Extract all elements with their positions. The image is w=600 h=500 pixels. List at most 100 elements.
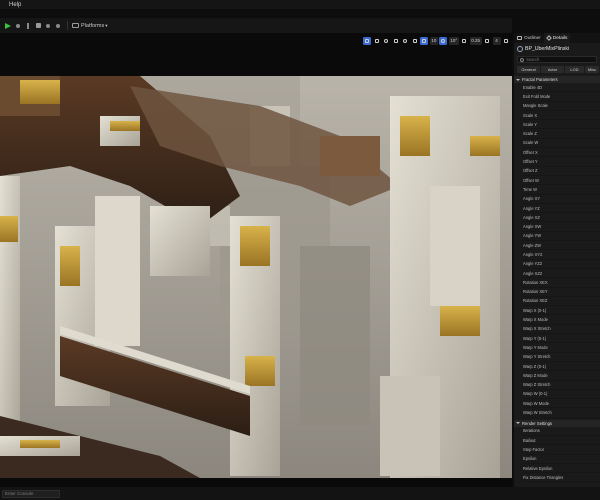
property-row[interactable]: Warp Z Stretch <box>523 381 600 390</box>
frame-skip-button[interactable] <box>24 22 32 30</box>
property-row[interactable]: Warp Z (0-1) <box>523 362 600 372</box>
rotation-snap-value[interactable]: 10° <box>448 36 459 45</box>
property-row[interactable]: Epsilon <box>523 455 600 464</box>
property-row[interactable]: Bailout <box>523 436 600 446</box>
scale-snap-toggle[interactable] <box>460 37 468 45</box>
property-row[interactable]: Warp Y Mode <box>523 343 600 353</box>
tab-details-label: Details <box>552 35 568 41</box>
property-row[interactable]: Angle XZ2 <box>523 269 600 279</box>
section-title: Render Settings <box>522 420 553 426</box>
chevron-down-icon <box>516 78 520 81</box>
surface-snap-button[interactable] <box>411 37 419 45</box>
selected-actor[interactable]: BP_UberMixPlinski <box>514 43 600 54</box>
dots-icon <box>56 23 60 28</box>
platforms-dropdown[interactable]: Platforms ▾ <box>72 23 108 29</box>
property-row[interactable]: Angle XY2 <box>523 250 600 260</box>
play-options-button[interactable] <box>14 22 22 30</box>
menu-bar: Help <box>0 0 600 9</box>
property-row[interactable]: Relative Epsilon <box>523 464 600 474</box>
translate-button[interactable] <box>373 37 381 45</box>
cursor-icon <box>365 38 370 43</box>
tab-outliner[interactable]: Outliner <box>514 33 544 43</box>
rotation-snap-toggle[interactable] <box>439 36 448 45</box>
camera-speed-value[interactable]: 4 <box>492 36 501 45</box>
property-row[interactable]: Warp Z Mode <box>523 371 600 381</box>
tab-details[interactable]: Details <box>543 33 571 43</box>
globe-icon <box>403 38 408 43</box>
maximize-viewport-button[interactable] <box>502 37 510 45</box>
angle-icon <box>441 38 446 43</box>
surface-snap-icon <box>412 38 417 43</box>
settings-button[interactable] <box>54 22 62 30</box>
property-row[interactable]: Offset Z <box>523 167 600 176</box>
property-row[interactable]: Warp X Mode <box>523 315 600 325</box>
filter-actor[interactable]: Actor <box>541 66 564 73</box>
filter-general[interactable]: General <box>517 66 540 73</box>
property-row[interactable]: Fix Distance Triangles <box>523 473 600 483</box>
property-row[interactable]: Scale X <box>523 111 600 121</box>
property-row[interactable]: Scale W <box>523 139 600 149</box>
property-row[interactable]: Exit Fold Mode <box>523 92 600 102</box>
chevron-down-icon <box>516 422 520 425</box>
property-row[interactable]: Offset X <box>523 148 600 158</box>
rendered-fractal-scene[interactable] <box>0 76 512 478</box>
property-row[interactable]: Scale Z <box>523 129 600 139</box>
property-row[interactable]: Iterations <box>523 427 600 436</box>
console-command-input[interactable]: Enter Console <box>2 489 60 498</box>
move-icon <box>374 38 379 43</box>
property-row[interactable]: Mangle Scale <box>523 102 600 111</box>
property-row[interactable]: Warp Y Stretch <box>523 353 600 362</box>
grid-snap-value[interactable]: 10 <box>429 36 438 45</box>
status-bar: Enter Console <box>0 487 600 500</box>
chevron-down-icon: ▾ <box>105 22 108 28</box>
property-row[interactable]: Offset Y <box>523 157 600 167</box>
property-row[interactable]: Angle XY <box>523 195 600 204</box>
property-row[interactable]: Angle ZW <box>523 241 600 251</box>
filter-lod[interactable]: LOD <box>565 66 584 73</box>
camera-icon <box>485 38 489 43</box>
grid-snap-toggle[interactable] <box>420 36 429 45</box>
select-mode-button[interactable] <box>363 36 372 45</box>
property-row[interactable]: Warp Y (0-1) <box>523 334 600 344</box>
property-row[interactable]: Enable 4D <box>523 83 600 93</box>
property-row[interactable]: Warp W Mode <box>523 399 600 409</box>
property-row[interactable]: Step Factor <box>523 445 600 455</box>
property-row[interactable]: Warp X (0-1) <box>523 306 600 316</box>
property-row[interactable]: Offset W <box>523 176 600 186</box>
filter-misc[interactable]: Misc <box>585 66 599 73</box>
scale-snap-value[interactable]: 0.25 <box>469 36 482 45</box>
property-row[interactable]: Warp X Stretch <box>523 325 600 335</box>
search-input[interactable] <box>526 57 586 62</box>
section-render-settings[interactable]: Render Settings <box>514 419 600 427</box>
property-row[interactable]: Angle YZ2 <box>523 260 600 269</box>
property-row[interactable]: Warp W (0-1) <box>523 390 600 400</box>
property-row[interactable]: Rotation XEX <box>523 278 600 288</box>
coordinate-space-button[interactable] <box>401 37 409 45</box>
section-fractal-parameters[interactable]: Fractal Parameters <box>514 76 600 83</box>
property-row[interactable]: Scale Y <box>523 120 600 130</box>
property-row[interactable]: Rotation XEZ <box>523 297 600 307</box>
rotate-icon <box>384 38 389 43</box>
property-row[interactable]: Angle XW <box>523 222 600 232</box>
viewport-toolbar: 10 10° 0.25 4 <box>363 36 510 45</box>
actor-icon <box>517 45 523 52</box>
property-row[interactable]: Time W <box>523 185 600 195</box>
tab-outliner-label: Outliner <box>524 35 541 41</box>
camera-speed-toggle[interactable] <box>483 37 491 45</box>
eject-button[interactable] <box>44 22 52 30</box>
play-icon <box>5 22 11 29</box>
stop-button[interactable] <box>34 22 42 30</box>
play-button[interactable] <box>4 22 12 30</box>
details-search[interactable] <box>517 56 597 63</box>
rotate-button[interactable] <box>382 37 390 45</box>
property-row[interactable]: Angle XZ <box>523 213 600 223</box>
outliner-icon <box>517 36 522 40</box>
scale-button[interactable] <box>392 37 400 45</box>
property-row[interactable]: Angle YW <box>523 232 600 242</box>
fractal-properties: Enable 4D Exit Fold Mode Mangle Scale Scale… <box>514 83 600 418</box>
menu-item-help[interactable]: Help <box>9 2 21 8</box>
property-row[interactable]: Rotation XEY <box>523 288 600 297</box>
property-row[interactable]: Angle YZ <box>523 204 600 214</box>
property-row[interactable]: Warp W Stretch <box>523 408 600 418</box>
level-viewport[interactable]: 10 10° 0.25 4 <box>0 33 512 487</box>
